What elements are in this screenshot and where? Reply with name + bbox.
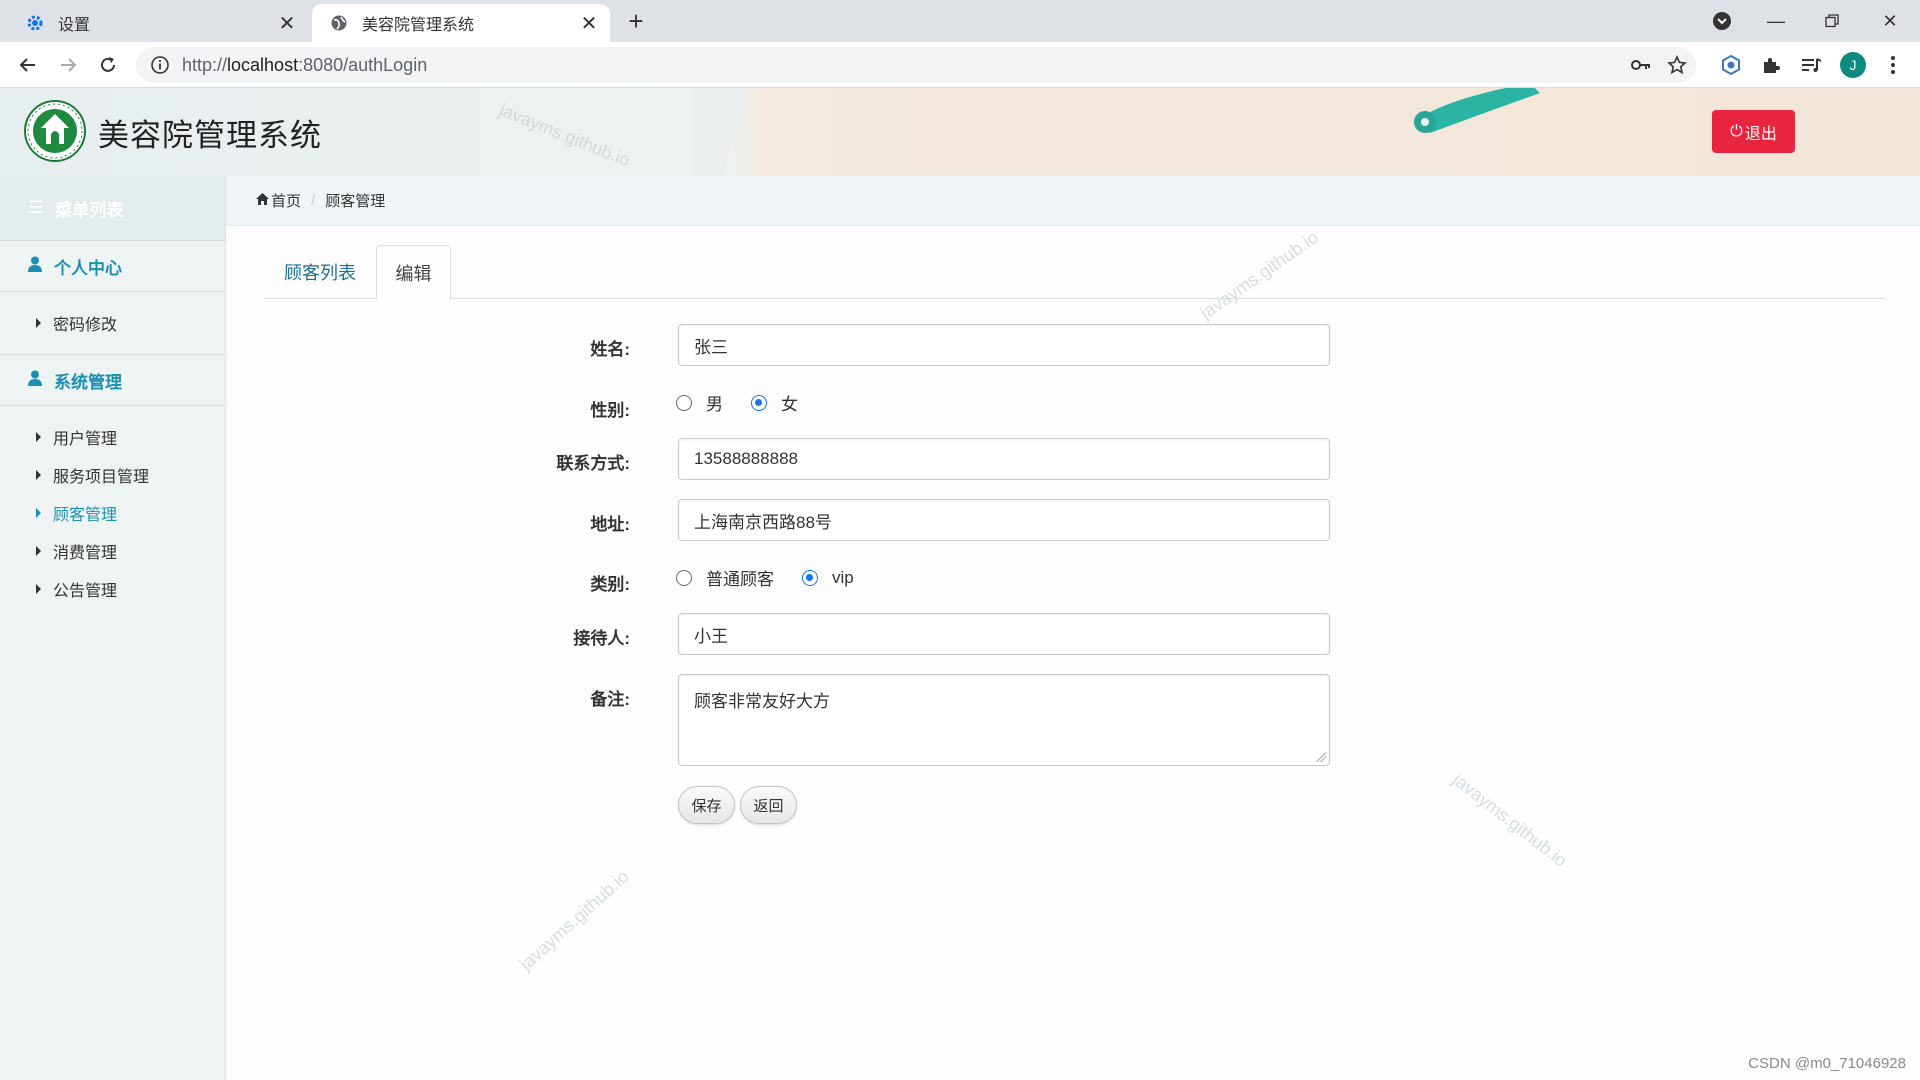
reload-icon[interactable] [92,50,124,80]
gender-option-label: 女 [781,395,798,414]
tab-title: 设置 [58,17,91,34]
logout-button[interactable]: ⏻ 退出 [1712,110,1795,153]
gender-radio-group: 男 女 [676,390,826,415]
gender-radio-female[interactable] [751,394,767,411]
app-title: 美容院管理系统 [98,118,322,153]
category-option-label: vip [832,567,854,587]
resize-handle-icon[interactable] [1316,752,1326,762]
address-bar-row: http://localhost:8080/authLogin J [0,42,1920,88]
browser-tab-bar: 设置 ✕ 美容院管理系统 ✕ + — ✕ [0,0,1920,42]
close-icon[interactable]: ✕ [274,10,300,36]
gender-option-label: 男 [706,395,723,414]
header-background-decoration [690,88,780,176]
key-icon[interactable] [1626,47,1656,83]
breadcrumb-separator: / [311,192,316,209]
name-field[interactable]: 张三 [678,324,1330,366]
footer-credit: CSDN @m0_71046928 [1748,1055,1906,1072]
name-label: 姓名: [590,340,630,359]
pin-decoration-icon [1414,88,1540,133]
tab-title: 美容院管理系统 [362,17,475,34]
caret-right-icon [36,432,41,442]
category-option-label: 普通顾客 [706,570,774,589]
caret-right-icon [36,508,41,518]
category-radio-vip[interactable] [802,569,818,586]
forward-icon[interactable] [52,50,84,80]
remark-label: 备注: [590,690,630,709]
close-icon[interactable]: ✕ [576,10,602,36]
browser-tab-app[interactable]: 美容院管理系统 ✕ [312,4,610,42]
sidebar-group-personal-center[interactable]: 个人中心 [0,240,225,292]
university-logo [24,100,86,162]
sidebar-item-customer-management[interactable]: 顾客管理 [0,494,225,532]
contact-field[interactable]: 13588888888 [678,438,1330,480]
minimize-icon[interactable]: — [1756,6,1796,36]
url-text: http://localhost:8080/authLogin [182,54,428,75]
power-icon: ⏻ [1730,122,1743,140]
receptionist-label: 接待人: [573,629,630,648]
close-window-icon[interactable]: ✕ [1870,6,1910,36]
caret-right-icon [36,470,41,480]
tab-customer-list[interactable]: 顾客列表 [264,245,376,299]
list-icon: ☰ [28,198,44,217]
back-icon[interactable] [12,50,44,80]
watermark: javayms.github.io [515,866,633,975]
remark-textarea[interactable]: 顾客非常友好大方 [678,674,1330,766]
tab-search-button[interactable] [1702,6,1742,36]
new-tab-button[interactable]: + [622,8,650,36]
receptionist-field[interactable]: 小王 [678,613,1330,655]
back-button[interactable]: 返回 [740,786,797,824]
sidebar-item-notice-management[interactable]: 公告管理 [0,570,225,608]
extension-hexagon-icon[interactable] [1716,50,1746,80]
contact-label: 联系方式: [556,454,630,473]
gender-label: 性别: [590,401,630,420]
reading-list-icon[interactable] [1796,50,1826,80]
address-label: 地址: [590,515,630,534]
sidebar-item-password-change[interactable]: 密码修改 [0,304,225,342]
info-icon[interactable] [150,55,170,75]
user-icon [28,370,42,391]
sidebar: ☰ 菜单列表 个人中心 密码修改 系统管理 用户管理 服务项目管理 顾客管理 消… [0,176,226,1080]
puzzle-icon[interactable] [1756,50,1786,80]
profile-avatar[interactable]: J [1840,52,1866,78]
home-icon [256,192,269,209]
browser-tab-settings[interactable]: 设置 ✕ [8,4,308,42]
star-icon[interactable] [1662,47,1692,83]
category-label: 类别: [590,575,630,594]
watermark: javayms.github.io [1448,769,1571,871]
gear-icon [26,14,44,32]
category-radio-group: 普通顾客 vip [676,565,882,590]
sidebar-item-user-management[interactable]: 用户管理 [0,418,225,456]
gender-radio-male[interactable] [676,394,692,411]
breadcrumb-home-link[interactable]: 首页 [271,190,301,211]
menu-header: ☰ 菜单列表 [0,176,225,240]
sidebar-item-service-management[interactable]: 服务项目管理 [0,456,225,494]
kebab-menu-icon[interactable] [1878,50,1908,80]
url-bar[interactable]: http://localhost:8080/authLogin [136,47,1696,83]
breadcrumb-current: 顾客管理 [325,193,386,210]
globe-icon [330,14,348,32]
breadcrumb: 首页 / 顾客管理 [226,176,1920,226]
remark-text: 顾客非常友好大方 [694,692,830,711]
tab-edit[interactable]: 编辑 [376,245,451,300]
sidebar-item-consumption-management[interactable]: 消费管理 [0,532,225,570]
user-icon [28,256,42,277]
caret-right-icon [36,546,41,556]
save-button[interactable]: 保存 [678,786,735,824]
content-tabs: 顾客列表 编辑 [264,245,1884,300]
address-field[interactable]: 上海南京西路88号 [678,499,1330,541]
caret-right-icon [36,584,41,594]
category-radio-regular[interactable] [676,569,692,586]
restore-icon[interactable] [1812,6,1852,36]
caret-right-icon [36,318,41,328]
app-header: 美容院管理系统 ⏻ 退出 [0,88,1920,176]
sidebar-group-system-management[interactable]: 系统管理 [0,354,225,406]
